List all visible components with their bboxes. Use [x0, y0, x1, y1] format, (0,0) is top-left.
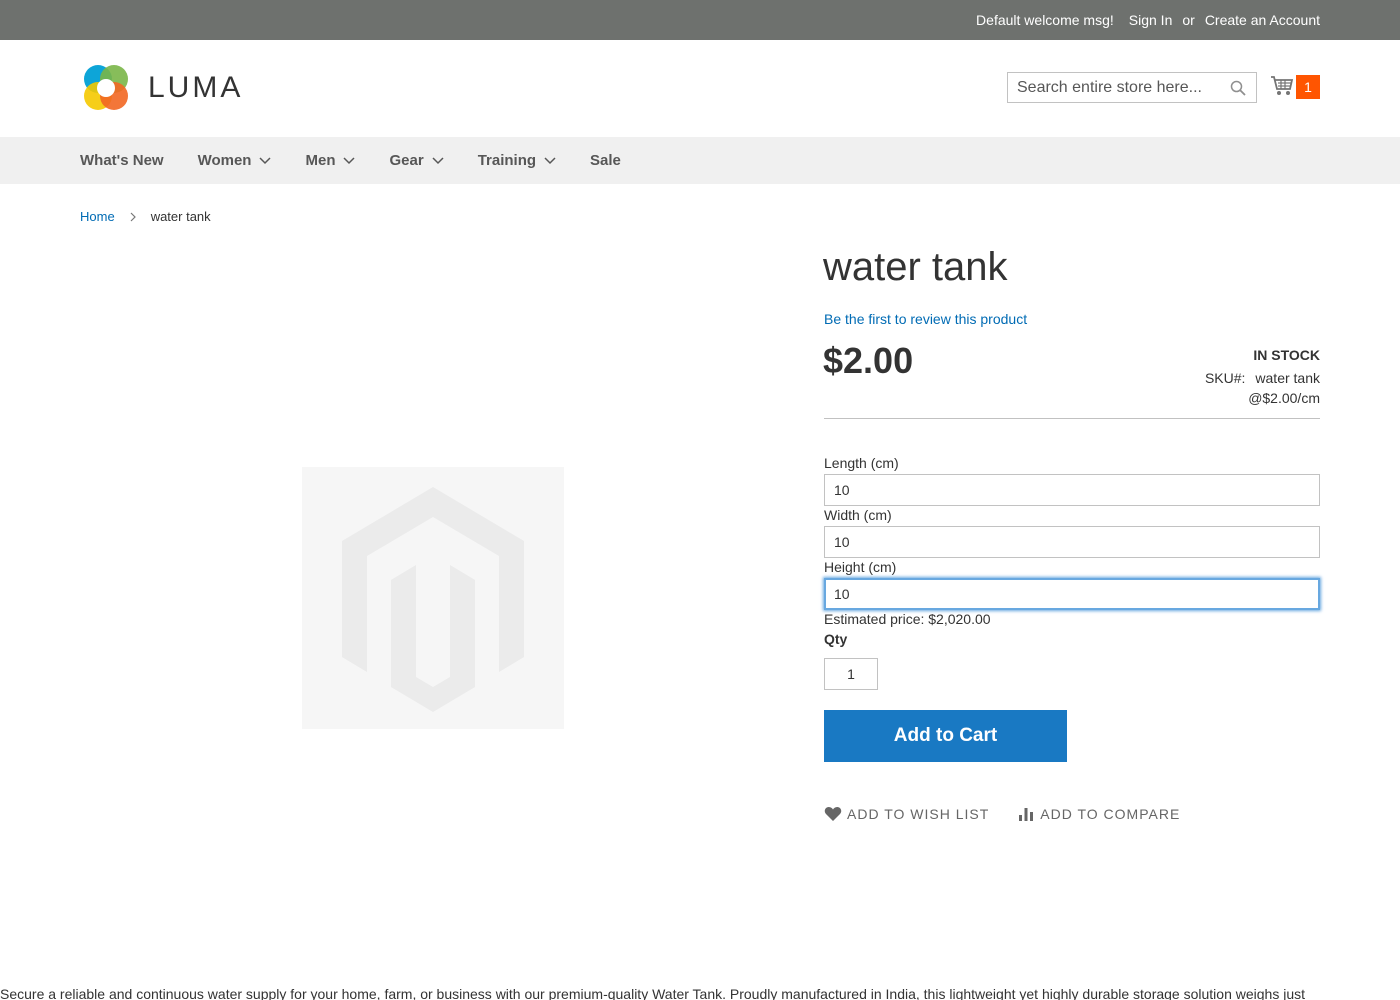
- add-to-wishlist-label: Add to Wish List: [847, 806, 990, 822]
- compare-icon: [1019, 808, 1034, 821]
- minicart[interactable]: 1: [1270, 74, 1320, 100]
- header: LUMA 1: [0, 40, 1400, 137]
- height-field[interactable]: [824, 578, 1320, 610]
- add-to-compare-link[interactable]: Add to Compare: [1017, 806, 1180, 822]
- search-box: [1007, 72, 1257, 103]
- magento-logo-icon: [342, 487, 524, 712]
- chevron-down-icon: [259, 156, 272, 164]
- or-separator: or: [1182, 12, 1195, 28]
- chevron-down-icon: [432, 156, 444, 164]
- width-label: Width (cm): [824, 507, 892, 523]
- length-label: Length (cm): [824, 455, 899, 471]
- breadcrumb-current: water tank: [150, 209, 211, 224]
- qty-field[interactable]: [824, 658, 878, 690]
- nav-item-label: Gear: [389, 152, 424, 169]
- welcome-message: Default welcome msg!: [976, 12, 1114, 28]
- nav-item-women[interactable]: Women: [198, 152, 272, 169]
- nav-item-label: What's New: [80, 152, 164, 169]
- nav-item-training[interactable]: Training: [478, 152, 556, 169]
- sku-label: SKU#:: [1204, 370, 1246, 386]
- nav-item-gear[interactable]: Gear: [389, 152, 444, 169]
- nav-list: What's New Women Men Gear Training Sale: [80, 137, 655, 184]
- product-sku: SKU#: water tank: [1205, 370, 1320, 386]
- chevron-down-icon: [544, 156, 556, 164]
- create-account-link[interactable]: Create an Account: [1205, 12, 1320, 28]
- cart-icon: [1271, 76, 1294, 95]
- height-label: Height (cm): [824, 559, 897, 575]
- heart-icon: [824, 807, 842, 821]
- nav-item-label: Men: [305, 152, 336, 169]
- nav-item-label: Training: [477, 152, 537, 169]
- main-navigation: What's New Women Men Gear Training Sale: [0, 137, 1400, 184]
- product-description: Secure a reliable and continuous water s…: [0, 986, 1306, 1000]
- nav-item-label: Sale: [590, 152, 621, 169]
- chevron-down-icon: [343, 156, 356, 164]
- product-image-placeholder[interactable]: [302, 467, 564, 729]
- search-icon[interactable]: [1230, 80, 1246, 96]
- luma-logo[interactable]: LUMA: [80, 62, 250, 114]
- product-price: $2.00: [823, 340, 914, 381]
- nav-item-men[interactable]: Men: [305, 152, 356, 169]
- add-to-cart-button[interactable]: Add to Cart: [824, 710, 1067, 762]
- nav-item-label: Women: [197, 152, 252, 169]
- estimated-price: Estimated price: $2,020.00: [824, 611, 991, 627]
- unit-price: @$2.00/cm: [1248, 390, 1320, 406]
- sku-value: water tank: [1255, 370, 1320, 386]
- top-bar: Default welcome msg! Sign In or Create a…: [0, 0, 1400, 40]
- length-field[interactable]: [824, 474, 1320, 506]
- nav-item-sale[interactable]: Sale: [590, 152, 621, 169]
- nav-item-whats-new[interactable]: What's New: [80, 152, 164, 169]
- product-social-actions: Add to Wish List Add to Compare: [824, 806, 1208, 822]
- breadcrumb-home-link[interactable]: Home: [80, 209, 115, 224]
- stock-status: In stock: [1253, 347, 1320, 363]
- qty-label: Qty: [824, 631, 848, 647]
- breadcrumb: Home water tank: [80, 209, 211, 224]
- product-title: water tank: [823, 245, 1008, 289]
- sign-in-link[interactable]: Sign In: [1129, 12, 1173, 28]
- chevron-right-icon: [130, 212, 136, 221]
- add-to-compare-label: Add to Compare: [1040, 806, 1181, 822]
- width-field[interactable]: [824, 526, 1320, 558]
- divider: [824, 418, 1320, 419]
- search-input[interactable]: [1008, 73, 1218, 102]
- header-links: Default welcome msg! Sign In or Create a…: [961, 0, 1320, 40]
- cart-count-badge: 1: [1296, 75, 1320, 99]
- add-to-wishlist-link[interactable]: Add to Wish List: [824, 806, 989, 822]
- review-link[interactable]: Be the first to review this product: [824, 311, 1027, 327]
- logo-text: LUMA: [148, 71, 244, 104]
- luma-logo-icon: [84, 65, 128, 110]
